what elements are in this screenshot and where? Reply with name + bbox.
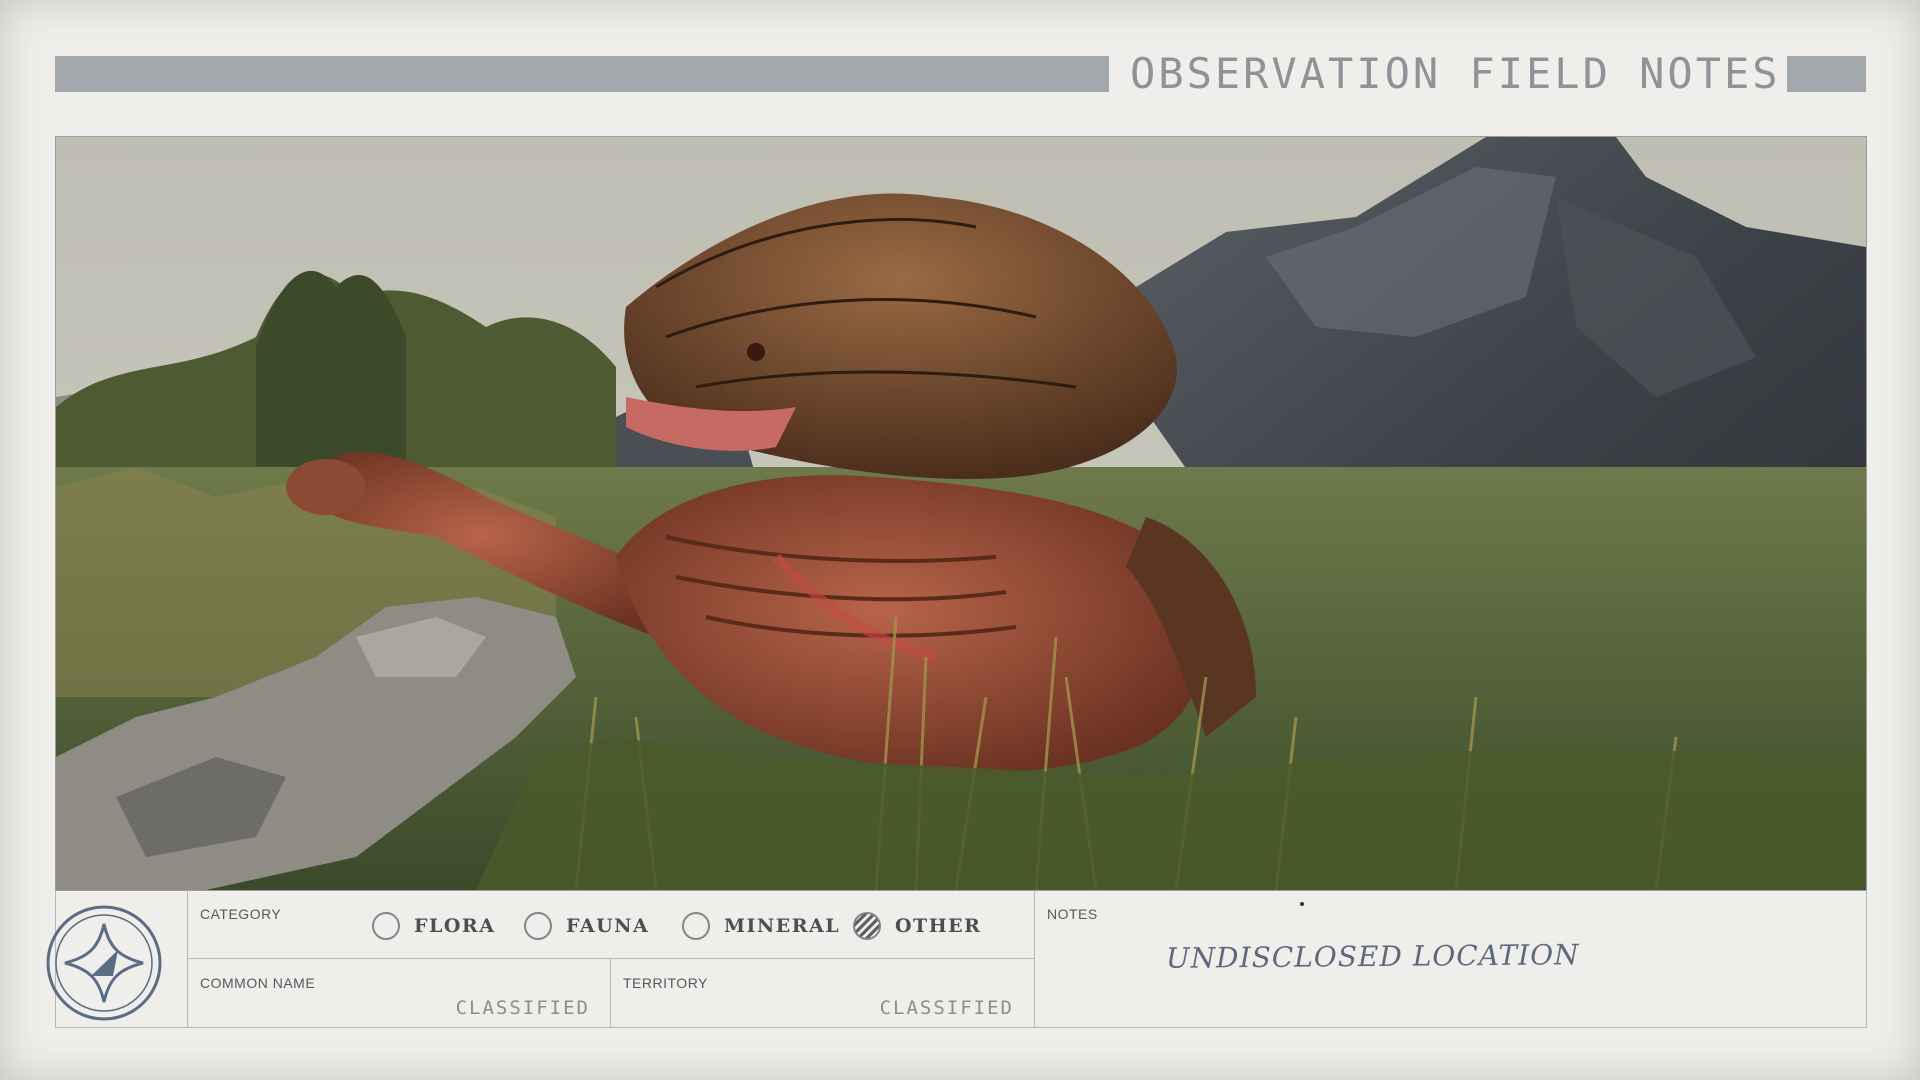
page-title: OBSERVATION FIELD NOTES bbox=[1130, 49, 1781, 98]
option-fauna[interactable]: FAUNA bbox=[524, 911, 649, 941]
option-label: FLORA bbox=[414, 915, 496, 937]
notes-cell: NOTES UNDISCLOSED LOCATION bbox=[1035, 890, 1866, 1027]
fauna-radio[interactable] bbox=[524, 912, 552, 940]
option-label: FAUNA bbox=[566, 915, 650, 937]
ink-dot bbox=[1300, 902, 1304, 906]
notes-label: NOTES bbox=[1047, 906, 1098, 922]
option-other[interactable]: OTHER bbox=[853, 911, 981, 941]
common-name-cell: COMMON NAME CLASSIFIED bbox=[188, 959, 611, 1027]
option-label: MINERAL bbox=[724, 915, 841, 937]
observation-form: CATEGORY FLORA FAUNA MINERAL OTHER COMMO… bbox=[46, 890, 1867, 1028]
flora-radio[interactable] bbox=[372, 912, 400, 940]
category-label: CATEGORY bbox=[200, 906, 282, 922]
notes-value: UNDISCLOSED LOCATION bbox=[1165, 938, 1580, 975]
option-mineral[interactable]: MINERAL bbox=[682, 911, 840, 941]
creature-photo bbox=[55, 136, 1867, 891]
seal-cell bbox=[46, 890, 188, 1027]
header-bar-left bbox=[55, 56, 1109, 92]
option-flora[interactable]: FLORA bbox=[372, 911, 495, 941]
field-notes-card: OBSERVATION FIELD NOTES CATEGORY FLORA F… bbox=[0, 0, 1920, 1080]
territory-value: CLASSIFIED bbox=[879, 997, 1014, 1019]
header: OBSERVATION FIELD NOTES bbox=[55, 50, 1866, 98]
header-bar-right bbox=[1787, 56, 1866, 92]
option-label: OTHER bbox=[895, 915, 982, 937]
mineral-radio[interactable] bbox=[682, 912, 710, 940]
common-name-label: COMMON NAME bbox=[200, 975, 316, 991]
emblem-seal-icon bbox=[46, 905, 162, 1021]
common-name-value: CLASSIFIED bbox=[455, 997, 590, 1019]
territory-label: TERRITORY bbox=[623, 975, 708, 991]
other-radio-checked[interactable] bbox=[853, 912, 881, 940]
category-cell: CATEGORY FLORA FAUNA MINERAL OTHER bbox=[188, 890, 1035, 959]
territory-cell: TERRITORY CLASSIFIED bbox=[611, 959, 1035, 1027]
